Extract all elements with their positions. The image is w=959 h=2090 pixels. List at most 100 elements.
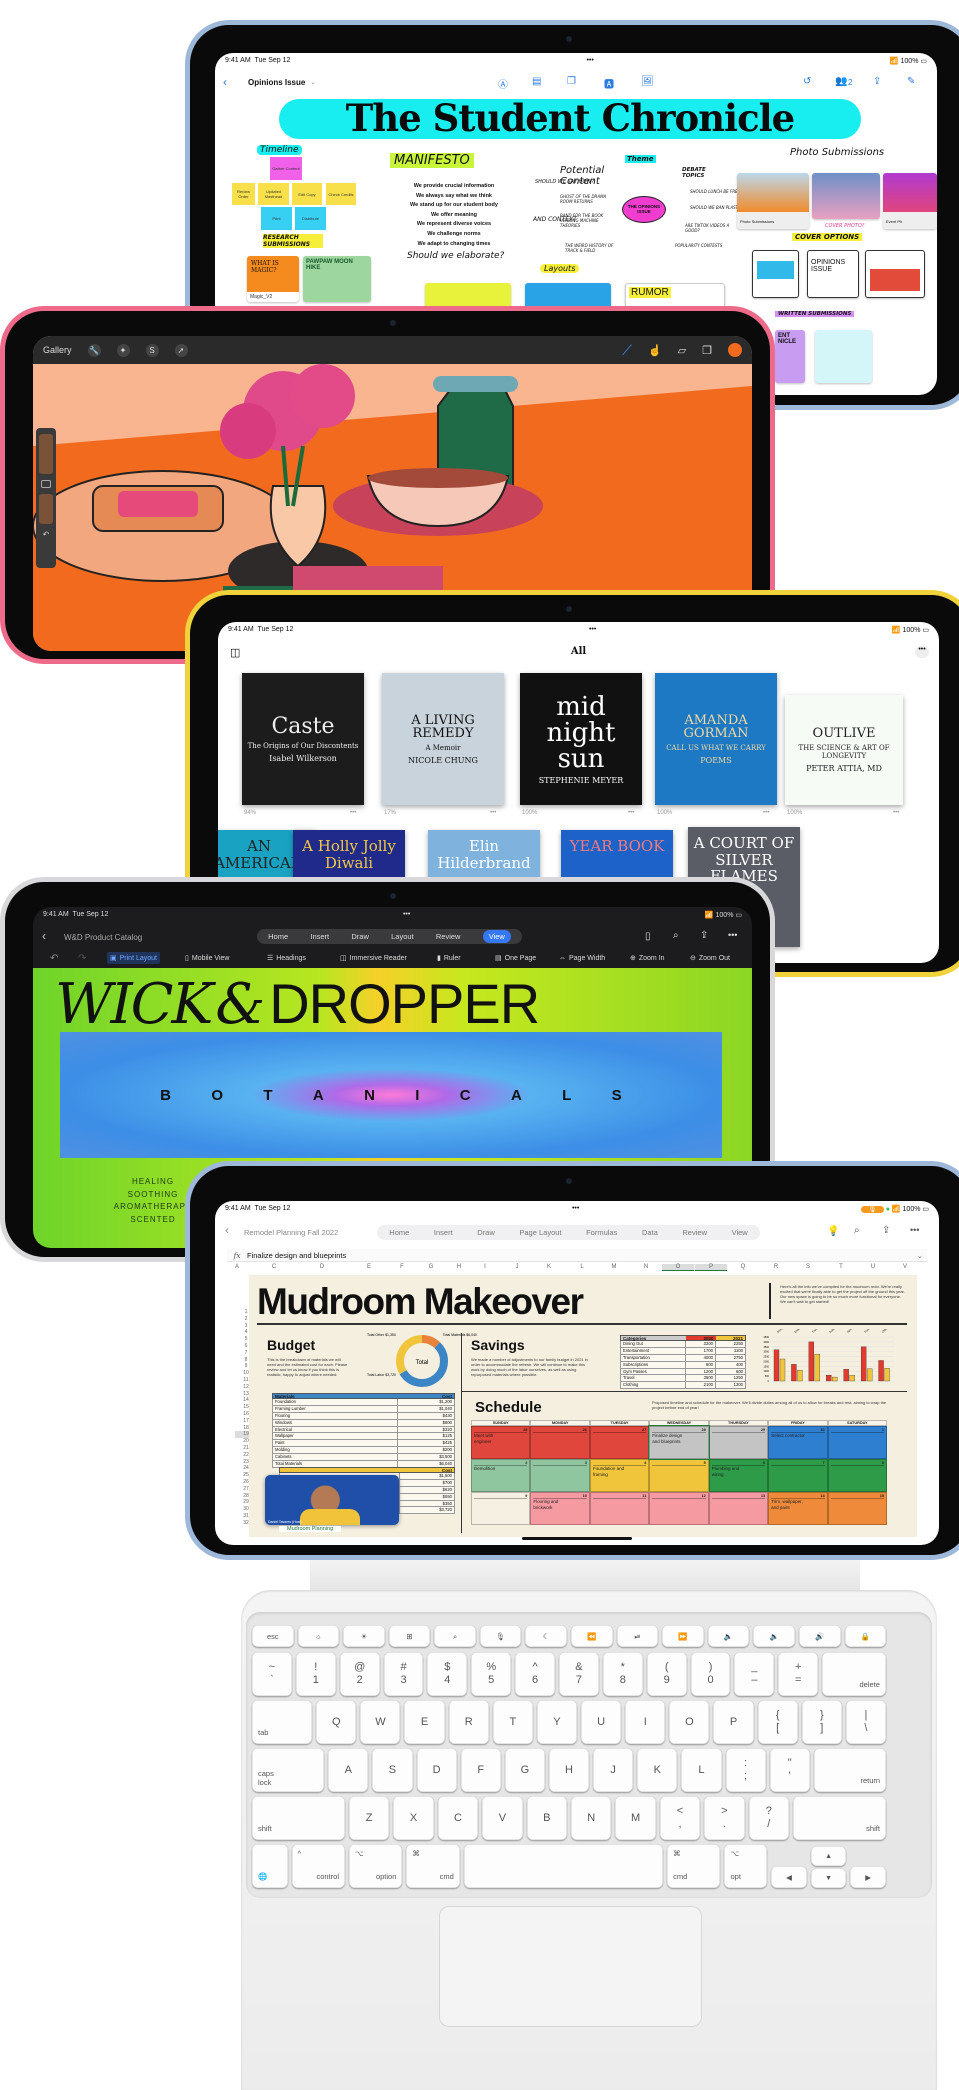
tab-view[interactable]: View <box>732 1228 748 1237</box>
column-header[interactable]: U <box>857 1264 889 1270</box>
table-cell[interactable]: 600 <box>715 1368 745 1375</box>
key-–[interactable]: _ – <box>734 1652 775 1696</box>
trackpad[interactable] <box>439 1906 702 2027</box>
table-cell[interactable]: 3200 <box>685 1341 715 1347</box>
share-icon[interactable]: ⇪ <box>873 76 881 87</box>
column-header[interactable]: V <box>889 1264 921 1270</box>
brush-icon[interactable]: ⟋ <box>622 342 632 359</box>
column-header[interactable]: Q <box>727 1264 759 1270</box>
table-cell[interactable]: 2250 <box>715 1341 745 1347</box>
photo-card[interactable] <box>812 173 880 219</box>
table-cell[interactable]: $200 <box>397 1447 454 1454</box>
book-cover[interactable]: Caste The Origins of Our Discontents Isabe… <box>242 673 364 805</box>
table-cell[interactable]: Paint <box>273 1440 397 1446</box>
spotlight-search-icon-key[interactable]: ⌕ <box>434 1625 476 1647</box>
key-z[interactable]: Z <box>348 1796 390 1840</box>
table-cell[interactable]: $125 <box>397 1433 454 1440</box>
column-header[interactable]: L <box>566 1264 598 1270</box>
table-cell[interactable]: $1,500 <box>399 1473 454 1479</box>
book-more-icon[interactable]: ••• <box>490 810 496 816</box>
arrow-up-down-keys[interactable]: ▲ ▼ <box>810 1844 847 1888</box>
key-h[interactable]: H <box>548 1748 590 1792</box>
submission-card[interactable] <box>815 330 872 383</box>
key-c[interactable]: C <box>437 1796 479 1840</box>
key-u[interactable]: U <box>581 1700 622 1744</box>
opacity-slider[interactable] <box>39 494 53 524</box>
shapes-icon[interactable]: ❐ <box>567 76 576 87</box>
cover-thumb[interactable] <box>752 250 799 298</box>
calendar-day[interactable]: 8 <box>827 1459 887 1492</box>
table-cell[interactable]: 400 <box>715 1361 745 1368</box>
table-cell[interactable]: Molding <box>273 1447 397 1453</box>
table-cell[interactable]: 1300 <box>715 1382 745 1389</box>
sheet-canvas[interactable]: Mudroom Makeover Here's all the info we'… <box>249 1275 917 1537</box>
column-header[interactable]: R <box>760 1264 792 1270</box>
back-chevron-icon[interactable]: ‹ <box>42 929 46 943</box>
key-punct[interactable]: ? / <box>748 1796 789 1840</box>
left-shift-key[interactable]: shift <box>252 1796 345 1840</box>
key-1[interactable]: ! 1 <box>295 1652 336 1696</box>
thumbnail-pawpaw[interactable]: PAWPAW MOON HIKE <box>303 256 371 302</box>
key-3[interactable]: #3 <box>383 1652 424 1696</box>
key-l[interactable]: L <box>681 1748 722 1792</box>
tab-formulas[interactable]: Formulas <box>586 1228 617 1237</box>
back-chevron-icon[interactable]: ‹ <box>223 75 227 89</box>
lightbulb-icon[interactable]: 💡 <box>827 1226 839 1237</box>
ribbon-page-width[interactable]: ⇔ Page Width <box>559 955 605 962</box>
photo-card[interactable]: Event Ph <box>883 173 937 229</box>
brightness-up-icon-key[interactable]: ☀ <box>343 1625 385 1647</box>
key-y[interactable]: Y <box>536 1700 578 1744</box>
table-cell[interactable]: Subscriptions <box>621 1362 685 1368</box>
redo-icon[interactable]: ↷ <box>78 953 86 964</box>
key-i[interactable]: I <box>625 1700 666 1744</box>
book-more-icon[interactable]: ••• <box>350 810 356 816</box>
tab-review[interactable]: Review <box>682 1228 707 1237</box>
right-shift-key[interactable]: shift <box>793 1796 886 1840</box>
more-icon[interactable]: ••• <box>910 1225 919 1235</box>
table-cell[interactable]: Wallpaper <box>273 1433 397 1439</box>
key-4[interactable]: $4 <box>427 1652 468 1696</box>
sticky-note[interactable]: Edit Copy <box>292 183 322 205</box>
sticky-note[interactable]: Distribute <box>295 207 326 230</box>
right-command-key[interactable]: ⌘ cmd <box>667 1844 721 1888</box>
table-cell[interactable]: $800 <box>397 1419 454 1426</box>
sticky-note[interactable]: Review Order <box>232 183 255 205</box>
app-switcher-icon-key[interactable]: ⊞ <box>388 1625 431 1647</box>
column-header[interactable]: J <box>501 1264 533 1270</box>
table-cell[interactable]: $350 <box>399 1500 454 1507</box>
table-cell[interactable]: 2100 <box>685 1382 715 1389</box>
table-cell[interactable]: $425 <box>397 1440 454 1447</box>
key-e[interactable]: E <box>404 1700 445 1744</box>
note-icon[interactable]: ▤ <box>532 76 541 87</box>
media-icon[interactable]: 🖼 <box>641 76 654 87</box>
key-p[interactable]: P <box>713 1700 754 1744</box>
tab-key[interactable]: tab <box>252 1700 313 1744</box>
move-arrow-icon[interactable]: ➚ <box>174 343 188 357</box>
calendar-day[interactable]: 29 <box>708 1426 769 1459</box>
table-cell[interactable]: $1,040 <box>397 1405 454 1412</box>
photo-card[interactable]: Photo Submissions <box>737 173 809 229</box>
ribbon-headings[interactable]: ☰ Headings <box>267 954 306 963</box>
cover-thumb[interactable]: OPINIONS ISSUE <box>807 250 859 298</box>
key-\[interactable]: | \ <box>845 1700 887 1744</box>
column-header[interactable]: N <box>630 1264 662 1270</box>
sticky-note[interactable]: Gather Content <box>270 157 302 180</box>
key-f[interactable]: F <box>460 1748 501 1792</box>
share-icon[interactable]: ⇪ <box>700 930 708 941</box>
column-header[interactable]: O <box>662 1264 694 1271</box>
key-[[interactable]: {[ <box>757 1700 798 1744</box>
key-b[interactable]: B <box>526 1796 567 1840</box>
key-`[interactable]: ~ ` <box>252 1652 292 1696</box>
share-icon[interactable]: ⇪ <box>882 1225 890 1236</box>
book-cover[interactable]: mid night sun STEPHENIE MEYER <box>520 673 642 805</box>
search-icon[interactable]: ⌕ <box>854 1225 860 1236</box>
column-header[interactable]: I <box>469 1264 501 1270</box>
more-icon[interactable]: ••• <box>915 646 929 658</box>
key-g[interactable]: G <box>504 1748 545 1792</box>
calendar-day[interactable]: 7 <box>768 1459 828 1492</box>
tab-review[interactable]: Review <box>436 932 461 941</box>
undo-icon[interactable]: ↶ <box>50 953 58 964</box>
table-cell[interactable]: Foundation <box>273 1399 397 1405</box>
search-icon[interactable]: ⌕ <box>673 930 679 941</box>
table-cell[interactable]: $3,500 <box>397 1454 454 1461</box>
